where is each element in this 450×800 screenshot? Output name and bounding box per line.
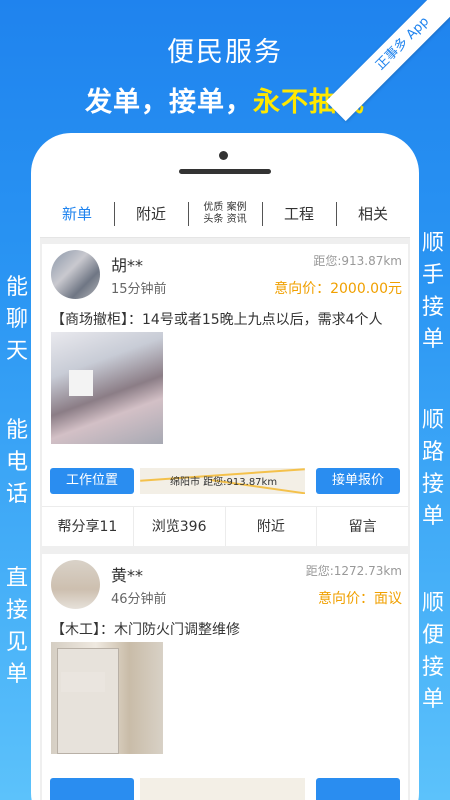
side-text-view: 直接见单	[5, 566, 28, 687]
bid-quote-button[interactable]: 接单报价	[316, 468, 400, 494]
price-value: 面议	[374, 591, 402, 607]
blur-mosaic	[61, 672, 105, 692]
tab-bar: 新单 附近 优质 案例 头条 资讯 工程 相关	[40, 190, 410, 238]
intended-price: 意向价：2000.00元	[274, 278, 402, 298]
side-text-phone: 能电话	[5, 418, 28, 507]
distance: 距您:1272.73km	[305, 564, 402, 578]
price-value: 2000.00元	[330, 281, 402, 297]
app-screen: 新单 附近 优质 案例 头条 资讯 工程 相关 胡** 15分钟前 距您:913…	[40, 190, 410, 800]
share-button[interactable]: 帮分享11	[42, 507, 133, 546]
work-location-button[interactable]	[50, 778, 134, 800]
avatar[interactable]	[51, 560, 100, 609]
tab-featured-line2: 头条 资讯	[203, 213, 247, 225]
phone-top-bezel	[31, 133, 419, 190]
work-location-button[interactable]: 工作位置	[50, 468, 134, 494]
mini-map[interactable]: 绵阳市 距您:913.87km	[140, 468, 305, 494]
intended-price: 意向价：面议	[318, 588, 402, 608]
bid-quote-button[interactable]	[316, 778, 400, 800]
message-button[interactable]: 留言	[316, 507, 408, 546]
order-description: 【木工】：木门防火门调整维修	[51, 622, 240, 638]
side-text-route: 顺路接单	[421, 408, 444, 529]
order-card[interactable]: 胡** 15分钟前 距您:913.87km 意向价：2000.00元 【商场撤柜…	[42, 244, 408, 546]
phone-frame: 新单 附近 优质 案例 头条 资讯 工程 相关 胡** 15分钟前 距您:913…	[31, 133, 419, 800]
user-name: 胡**	[111, 256, 144, 275]
tab-engineering[interactable]: 工程	[262, 190, 336, 238]
order-actions	[42, 766, 408, 800]
order-photo[interactable]	[51, 642, 163, 754]
order-header: 黄** 46分钟前 距您:1272.73km 意向价：面议	[42, 554, 408, 612]
tab-featured[interactable]: 优质 案例 头条 资讯	[188, 190, 262, 238]
avatar[interactable]	[51, 250, 100, 299]
views-count[interactable]: 浏览396	[132, 507, 225, 546]
order-card[interactable]: 黄** 46分钟前 距您:1272.73km 意向价：面议 【木工】：木门防火门…	[42, 554, 408, 800]
nearby-button[interactable]: 附近	[224, 507, 317, 546]
blur-mosaic	[69, 370, 93, 396]
user-name: 黄**	[111, 566, 144, 585]
distance: 距您:913.87km	[313, 254, 402, 268]
map-label: 绵阳市 距您:913.87km	[170, 477, 278, 488]
price-label: 意向价：	[274, 281, 331, 297]
mini-map[interactable]	[140, 778, 305, 800]
tab-featured-line1: 优质 案例	[203, 201, 247, 213]
tab-new-orders[interactable]: 新单	[40, 190, 114, 238]
speaker-icon	[179, 169, 271, 174]
tab-related[interactable]: 相关	[336, 190, 410, 238]
post-time: 15分钟前	[111, 282, 167, 297]
tab-nearby[interactable]: 附近	[114, 190, 188, 238]
order-description: 【商场撤柜】：14号或者15晚上九点以后，需求4个人	[51, 312, 383, 328]
camera-icon	[219, 151, 228, 160]
banner-subtitle-text: 发单，接单，	[85, 87, 253, 118]
door-shape	[57, 648, 119, 754]
side-text-convenient: 顺便接单	[421, 591, 444, 712]
banner-subtitle: 发单，接单，永不抽成	[0, 80, 450, 119]
side-text-handy: 顺手接单	[421, 231, 444, 352]
order-header: 胡** 15分钟前 距您:913.87km 意向价：2000.00元	[42, 244, 408, 302]
order-stats: 帮分享11 浏览396 附近 留言	[42, 506, 408, 546]
order-actions: 工作位置 绵阳市 距您:913.87km 接单报价	[42, 456, 408, 506]
price-label: 意向价：	[318, 591, 374, 607]
post-time: 46分钟前	[111, 592, 167, 607]
order-photo[interactable]	[51, 332, 163, 444]
side-text-chat: 能聊天	[5, 275, 28, 364]
